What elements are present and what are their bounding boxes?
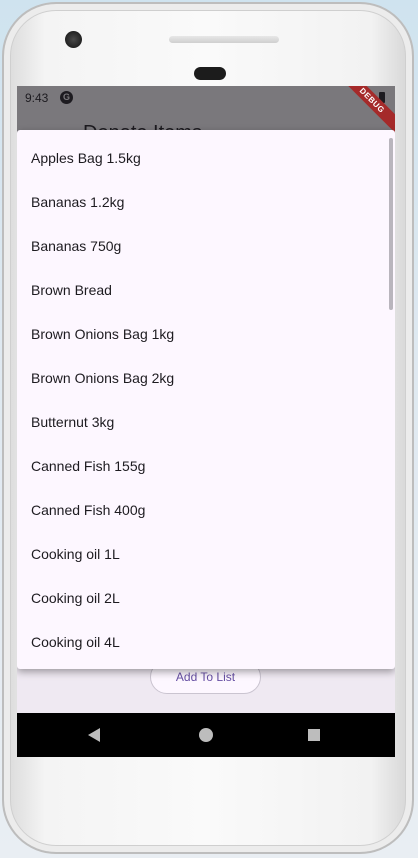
nav-back-icon[interactable]	[88, 728, 100, 742]
dropdown-item[interactable]: Cooking oil 2L	[17, 576, 387, 620]
dropdown-item[interactable]: Apples Bag 1.5kg	[17, 136, 387, 180]
dropdown-item[interactable]: Bananas 750g	[17, 224, 387, 268]
nav-home-icon[interactable]	[199, 728, 213, 742]
speaker-grille	[169, 36, 279, 43]
earpiece	[194, 67, 226, 80]
dropdown-item[interactable]: Cooking oil 1L	[17, 532, 387, 576]
device-screen: 9:43 G ← Donate Items DEBUG Add To List …	[17, 86, 395, 757]
status-bar: 9:43 G	[17, 86, 395, 110]
dropdown-menu: Apples Bag 1.5kg Bananas 1.2kg Bananas 7…	[17, 130, 395, 669]
dropdown-item[interactable]: Brown Bread	[17, 268, 387, 312]
dropdown-scrollbar[interactable]	[389, 138, 393, 310]
system-nav-bar	[17, 713, 395, 757]
dropdown-item[interactable]: Canned Fish 155g	[17, 444, 387, 488]
nav-recents-icon[interactable]	[308, 729, 320, 741]
dropdown-item[interactable]: Bananas 1.2kg	[17, 180, 387, 224]
google-icon: G	[60, 91, 73, 104]
front-camera	[65, 31, 82, 48]
dropdown-item[interactable]: Brown Onions Bag 1kg	[17, 312, 387, 356]
dropdown-item[interactable]: Cooking oil 4L	[17, 620, 387, 664]
dropdown-item[interactable]: Brown Onions Bag 2kg	[17, 356, 387, 400]
dropdown-item[interactable]: Butternut 3kg	[17, 400, 387, 444]
status-time: 9:43	[25, 91, 49, 105]
dropdown-item[interactable]: Canned Fish 400g	[17, 488, 387, 532]
